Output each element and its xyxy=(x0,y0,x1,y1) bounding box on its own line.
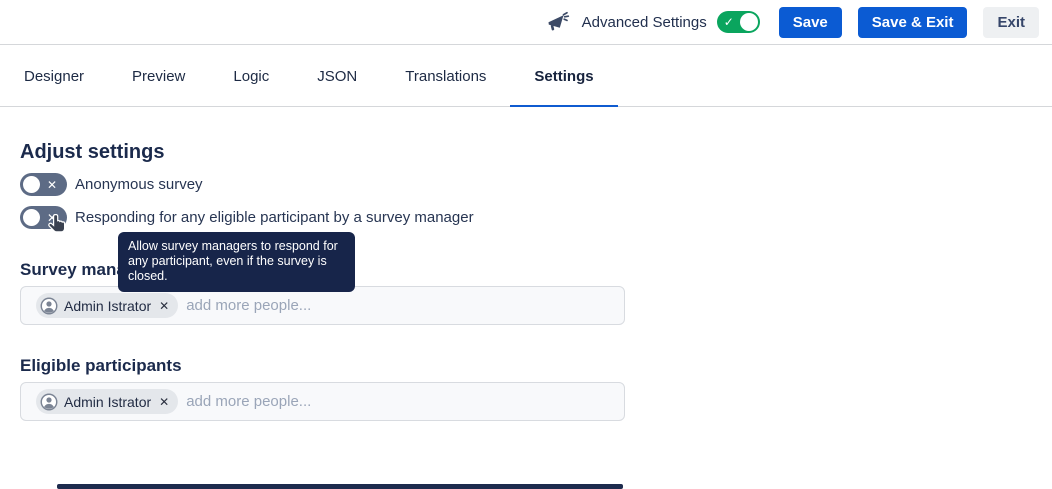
person-icon xyxy=(40,297,58,315)
save-button[interactable]: Save xyxy=(779,7,842,38)
check-icon: ✓ xyxy=(724,16,734,28)
top-action-bar: Advanced Settings ✓ Save Save & Exit Exi… xyxy=(0,0,1052,45)
cross-icon: ✕ xyxy=(47,178,57,190)
advanced-settings-label: Advanced Settings xyxy=(582,14,707,31)
chip-remove-icon[interactable]: ✕ xyxy=(159,300,169,312)
exit-button[interactable]: Exit xyxy=(983,7,1039,38)
person-name: Admin Istrator xyxy=(64,394,151,410)
settings-panel: Adjust settings ✕ Anonymous survey ✕ Res… xyxy=(0,107,1052,421)
tab-preview[interactable]: Preview xyxy=(108,45,209,107)
toggle-knob xyxy=(740,13,758,31)
toggle-knob xyxy=(23,176,40,193)
manager-responding-toggle[interactable]: ✕ xyxy=(20,206,67,229)
tab-logic[interactable]: Logic xyxy=(209,45,293,107)
survey-managers-input[interactable] xyxy=(186,297,624,314)
anonymous-survey-label: Anonymous survey xyxy=(75,176,203,193)
tab-translations[interactable]: Translations xyxy=(381,45,510,107)
eligible-participants-heading: Eligible participants xyxy=(20,355,1052,377)
manager-responding-label: Responding for any eligible participant … xyxy=(75,209,474,226)
save-and-exit-button[interactable]: Save & Exit xyxy=(858,7,968,38)
tab-designer[interactable]: Designer xyxy=(0,45,108,107)
megaphone-icon xyxy=(546,10,570,34)
eligible-participants-picker[interactable]: Admin Istrator ✕ xyxy=(20,382,625,421)
tab-json[interactable]: JSON xyxy=(293,45,381,107)
tab-bar: Designer Preview Logic JSON Translations… xyxy=(0,45,1052,107)
person-chip: Admin Istrator ✕ xyxy=(36,293,178,318)
horizontal-scrollbar-thumb[interactable] xyxy=(57,484,623,489)
anonymous-survey-toggle[interactable]: ✕ xyxy=(20,173,67,196)
person-chip: Admin Istrator ✕ xyxy=(36,389,178,414)
toggle-tooltip: Allow survey managers to respond for any… xyxy=(118,232,355,292)
chip-remove-icon[interactable]: ✕ xyxy=(159,396,169,408)
eligible-participants-section: Eligible participants Admin Istrator ✕ xyxy=(20,355,1052,421)
tab-settings[interactable]: Settings xyxy=(510,45,617,107)
toggle-knob xyxy=(23,209,40,226)
manager-responding-row: ✕ Responding for any eligible participan… xyxy=(20,206,1052,229)
eligible-participants-input[interactable] xyxy=(186,393,624,410)
cross-icon: ✕ xyxy=(47,211,57,223)
anonymous-survey-row: ✕ Anonymous survey xyxy=(20,173,1052,196)
page-title: Adjust settings xyxy=(20,140,1052,164)
person-icon xyxy=(40,393,58,411)
person-name: Admin Istrator xyxy=(64,298,151,314)
advanced-settings-toggle[interactable]: ✓ xyxy=(717,11,760,33)
